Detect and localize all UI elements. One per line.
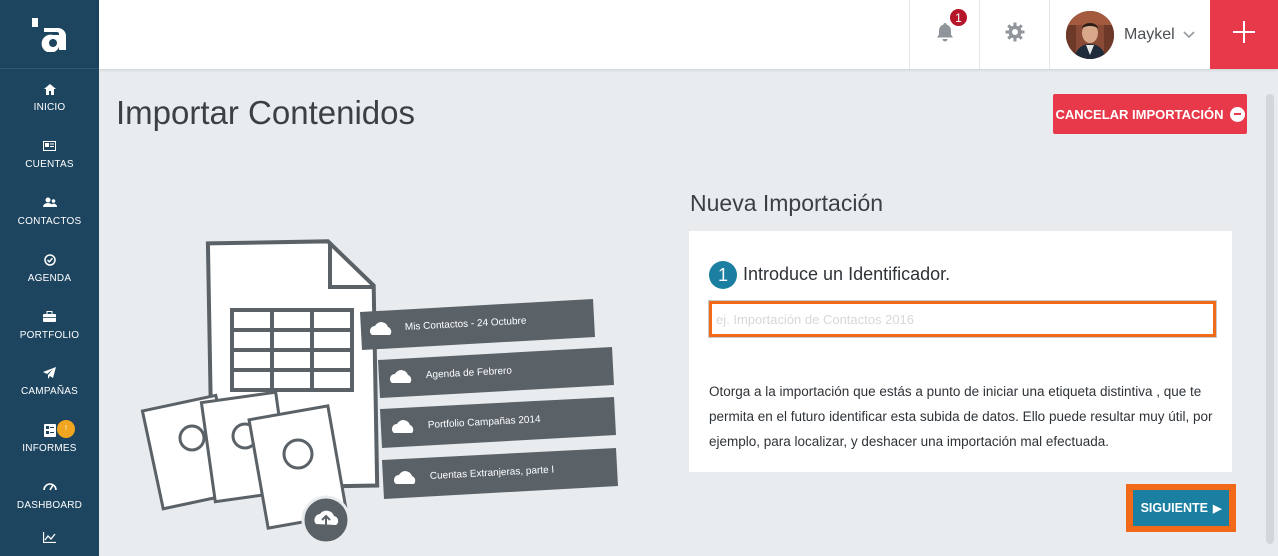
notification-count-badge: 1 bbox=[948, 7, 969, 28]
sidebar-item-dashboard[interactable]: DASHBOARD bbox=[0, 467, 99, 524]
sidebar: INICIO CUENTAS CONTACTOS AGENDA PORTFOLI… bbox=[0, 0, 99, 556]
logo-icon bbox=[31, 18, 66, 52]
sidebar-item-label: CUENTAS bbox=[25, 159, 74, 171]
identifier-description: Otorga a la importación que estás a punt… bbox=[709, 384, 1213, 449]
check-circle-icon bbox=[43, 252, 56, 268]
minus-circle-icon bbox=[1229, 106, 1245, 122]
import-ribbon-1: Mis Contactos - 24 Octubre bbox=[360, 299, 595, 350]
next-button-highlight: SIGUIENTE ▶ bbox=[1126, 484, 1236, 532]
import-illustration: Mis Contactos - 24 Octubre Agenda de Feb… bbox=[140, 232, 630, 552]
sidebar-item-label: PORTFOLIO bbox=[19, 329, 80, 341]
sidebar-item-label: INFORMES bbox=[22, 443, 77, 455]
sidebar-item-label: AGENDA bbox=[27, 272, 72, 284]
sidebar-item-portfolio[interactable]: PORTFOLIO bbox=[0, 296, 99, 353]
avatar bbox=[1066, 10, 1114, 59]
app-logo[interactable] bbox=[0, 0, 99, 69]
play-arrow-icon: ▶ bbox=[1212, 502, 1222, 515]
identifier-input[interactable] bbox=[708, 300, 1217, 338]
import-ribbon-3: Portfolio Campañas 2014 bbox=[380, 397, 616, 448]
users-icon bbox=[42, 195, 57, 211]
user-menu[interactable]: Maykel bbox=[1049, 0, 1210, 69]
step-number-badge: 1 bbox=[709, 261, 737, 289]
gear-icon bbox=[1005, 22, 1025, 47]
cancel-import-button[interactable]: CANCELAR IMPORTACIÓN bbox=[1053, 94, 1247, 134]
next-button[interactable]: SIGUIENTE ▶ bbox=[1133, 490, 1229, 526]
next-button-label: SIGUIENTE bbox=[1140, 501, 1208, 515]
sidebar-item-label: CONTACTOS bbox=[17, 215, 82, 227]
sidebar-item-inicio[interactable]: INICIO bbox=[0, 69, 99, 126]
report-icon bbox=[43, 422, 56, 438]
bell-icon bbox=[936, 22, 954, 47]
step-label: Introduce un Identificador. bbox=[743, 264, 951, 284]
cancel-import-label: CANCELAR IMPORTACIÓN bbox=[1055, 106, 1224, 122]
settings-button[interactable] bbox=[979, 0, 1049, 69]
paper-plane-icon bbox=[43, 365, 56, 381]
chevron-down-icon bbox=[1183, 26, 1195, 44]
identifier-card: 1 Introduce un Identificador. Otorga a l… bbox=[689, 231, 1232, 472]
sidebar-item-label: DASHBOARD bbox=[16, 499, 83, 511]
home-icon bbox=[43, 81, 56, 97]
sidebar-item-cuentas[interactable]: CUENTAS bbox=[0, 126, 99, 183]
upload-circle-icon bbox=[301, 495, 351, 545]
sidebar-item-agenda[interactable]: AGENDA bbox=[0, 239, 99, 296]
briefcase-icon bbox=[43, 309, 56, 325]
add-new-button[interactable] bbox=[1210, 0, 1278, 69]
user-name: Maykel bbox=[1124, 25, 1175, 43]
page-title: Importar Contenidos bbox=[116, 94, 415, 131]
sidebar-item-informes[interactable]: ! INFORMES bbox=[0, 410, 99, 467]
sidebar-item-label: INICIO bbox=[33, 102, 66, 114]
top-bar: 1 Maykel bbox=[99, 0, 1278, 69]
informes-alert-badge: ! bbox=[57, 419, 75, 438]
line-chart-icon bbox=[43, 529, 56, 545]
plus-icon bbox=[1233, 21, 1255, 48]
import-ribbon-4: Cuentas Extranjeras, parte I bbox=[382, 448, 618, 499]
scrollbar[interactable] bbox=[1266, 94, 1274, 544]
sidebar-item-campanas[interactable]: CAMPAÑAS bbox=[0, 353, 99, 410]
section-title: Nueva Importación bbox=[690, 190, 884, 216]
sidebar-item-charts[interactable] bbox=[0, 523, 99, 555]
id-card-icon bbox=[43, 138, 56, 154]
notifications-button[interactable]: 1 bbox=[909, 0, 979, 69]
gauge-icon bbox=[42, 479, 57, 495]
sidebar-item-label: CAMPAÑAS bbox=[21, 386, 78, 398]
sidebar-item-contactos[interactable]: CONTACTOS bbox=[0, 183, 99, 240]
import-ribbon-2: Agenda de Febrero bbox=[378, 347, 614, 398]
